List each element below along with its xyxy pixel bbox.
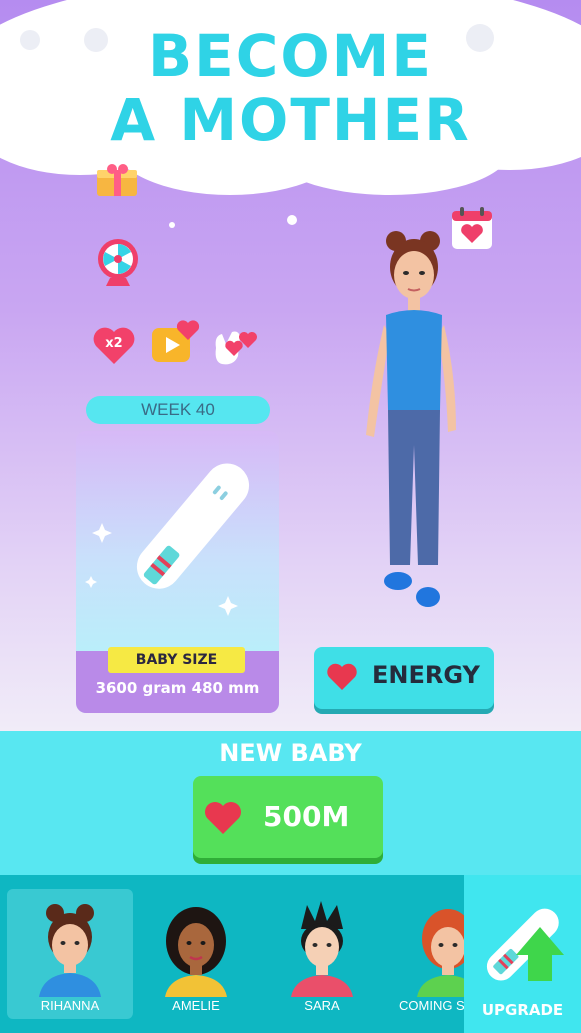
heart-icon xyxy=(327,663,357,690)
new-baby-buy-button[interactable]: 500M xyxy=(193,776,383,858)
amelie-avatar xyxy=(165,907,227,997)
character-tile-rihanna[interactable]: RIHANNA xyxy=(7,889,133,1019)
baby-measurements: 3600 gram 480 mm xyxy=(95,679,260,697)
character-name: COMING S xyxy=(399,998,464,1013)
upgrade-label: UPGRADE xyxy=(481,1001,564,1019)
sparkle-dot xyxy=(548,142,560,154)
video-reward-icon[interactable] xyxy=(150,318,202,366)
character-tile-amelie[interactable]: AMELIE xyxy=(133,889,259,1019)
mother-character[interactable] xyxy=(352,225,462,620)
new-baby-title: NEW BABY xyxy=(219,739,362,767)
energy-label: ENERGY xyxy=(372,661,480,689)
new-baby-price: 500M xyxy=(263,800,350,833)
rihanna-avatar xyxy=(39,904,101,997)
heart-icon xyxy=(205,802,241,834)
hand-heart-icon[interactable] xyxy=(210,326,260,368)
character-name: AMELIE xyxy=(172,998,220,1013)
coming-soon-avatar xyxy=(417,909,464,997)
sparkle-dot xyxy=(169,222,175,228)
pregnancy-test-icon xyxy=(85,463,250,616)
upgrade-button[interactable]: UPGRADE xyxy=(464,875,581,1033)
character-name: RIHANNA xyxy=(40,998,100,1013)
sparkle-dot xyxy=(287,215,297,225)
title-line-1: BECOME xyxy=(147,22,434,90)
double-hearts-bonus[interactable]: x2 xyxy=(92,326,136,366)
upgrade-arrow-icon xyxy=(486,908,564,981)
sara-avatar xyxy=(291,901,353,997)
character-tile-coming-soon[interactable]: COMING S xyxy=(385,889,464,1019)
title-line-2: A MOTHER xyxy=(110,86,471,154)
new-baby-panel: NEW BABY 500M xyxy=(0,731,581,875)
energy-button[interactable]: ENERGY xyxy=(314,647,494,709)
baby-size-card: BABY SIZE 3600 gram 480 mm xyxy=(76,431,279,713)
character-tile-sara[interactable]: SARA xyxy=(259,889,385,1019)
game-screen: BECOME A MOTHER x2 WEEK 40 BABY SIZE 360… xyxy=(0,0,581,1033)
gift-icon[interactable] xyxy=(94,164,140,198)
baby-size-label: BABY SIZE xyxy=(108,647,245,673)
week-indicator: WEEK 40 xyxy=(86,396,270,424)
character-name: SARA xyxy=(304,998,340,1013)
spin-wheel-icon[interactable] xyxy=(96,238,140,288)
x2-label: x2 xyxy=(105,336,123,351)
